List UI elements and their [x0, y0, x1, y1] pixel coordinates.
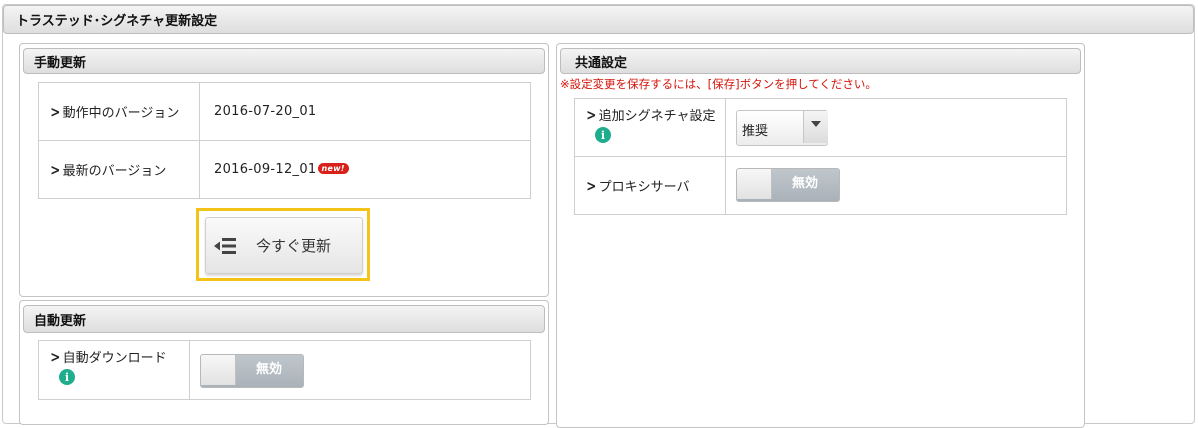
info-icon[interactable]: i	[59, 369, 75, 385]
auto-download-table: > 自動ダウンロード i 無効	[38, 340, 531, 400]
proxy-cell: > プロキシサーバ	[574, 156, 726, 215]
signature-cell: > 追加シグネチャ設定 i	[574, 98, 726, 157]
auto-download-toggle-label: 無効	[255, 362, 282, 377]
save-warning: ※設定変更を保存するには、[保存]ボタンを押してください。	[560, 77, 877, 91]
auto-update-header: 自動更新	[23, 305, 545, 333]
table-row: > 動作中のバージョン 2016-07-20_01	[38, 82, 531, 141]
auto-download-cell: > 自動ダウンロード i	[38, 340, 190, 400]
new-badge: new!	[317, 163, 349, 174]
proxy-toggle-label: 無効	[791, 176, 818, 191]
version-table: > 動作中のバージョン 2016-07-20_01 > 最新のバージョン 2016-…	[38, 82, 531, 199]
common-settings-header: 共通設定	[560, 48, 1081, 74]
signature-select-value: 推奨	[742, 124, 769, 139]
manual-update-header: 手動更新	[23, 48, 545, 74]
signature-label: 追加シグネチャ設定	[598, 109, 716, 124]
current-version-value: 2016-07-20_01	[199, 82, 531, 141]
page-title: トラステッド･シグネチャ更新設定	[3, 5, 1194, 34]
table-row: > 追加シグネチャ設定 i 推奨	[574, 98, 1067, 157]
current-version-label: > 動作中のバージョン	[38, 82, 200, 141]
auto-download-toggle[interactable]: 無効	[200, 354, 304, 388]
update-highlight: 今すぐ更新	[196, 208, 370, 281]
chevron-down-icon[interactable]	[803, 111, 828, 143]
table-row: > プロキシサーバ 無効	[574, 156, 1067, 215]
signature-select[interactable]: 推奨	[736, 110, 828, 146]
common-settings-table: > 追加シグネチャ設定 i 推奨 > プロキシサーバ 無効	[574, 98, 1067, 215]
table-row: > 最新のバージョン 2016-09-12_01 new!	[38, 140, 531, 199]
proxy-toggle-cell: 無効	[725, 156, 1067, 215]
proxy-label: プロキシサーバ	[598, 180, 690, 195]
latest-version-label: > 最新のバージョン	[38, 140, 200, 199]
latest-version-cell: 2016-09-12_01 new!	[199, 140, 531, 199]
table-row: > 自動ダウンロード i 無効	[38, 340, 531, 400]
update-now-label: 今すぐ更新	[256, 237, 332, 255]
info-icon[interactable]: i	[595, 127, 611, 143]
update-list-icon	[214, 237, 236, 254]
proxy-toggle[interactable]: 無効	[736, 168, 840, 202]
signature-select-cell: 推奨	[725, 98, 1067, 157]
auto-download-label: 自動ダウンロード	[62, 351, 167, 366]
update-now-button[interactable]: 今すぐ更新	[205, 217, 363, 274]
latest-version-value: 2016-09-12_01	[214, 162, 317, 177]
toggle-knob	[201, 355, 236, 385]
toggle-knob	[737, 169, 772, 199]
auto-download-toggle-cell: 無効	[189, 340, 531, 400]
